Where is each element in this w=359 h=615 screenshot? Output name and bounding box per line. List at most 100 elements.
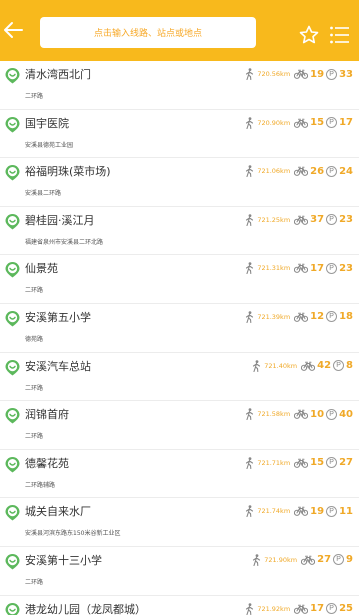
- walking-person-icon: [246, 505, 254, 518]
- station-name: 碧桂园·溪江月: [25, 213, 95, 227]
- map-pin-smile-icon: [5, 68, 20, 84]
- station-stats: 721.25km 37 P 23: [245, 213, 353, 227]
- bike-count: 17: [310, 262, 325, 274]
- station-stats: 720.90km 15 P 17: [245, 116, 353, 130]
- station-name: 清水湾西北门: [25, 68, 91, 81]
- station-address: 二环路: [25, 93, 44, 100]
- distance-text: 720.56km: [257, 70, 291, 78]
- walking-person-icon: [246, 602, 254, 615]
- station-address: 二环路: [25, 287, 44, 295]
- station-name: 裕福明珠(菜市场): [25, 165, 111, 179]
- dock-count: 24: [339, 165, 353, 177]
- station-row[interactable]: 城关自来水厂 安溪县河滨东路东150米谷新工业区 721.74km 19 P 1…: [0, 498, 359, 547]
- distance-text: 721.74km: [257, 507, 291, 516]
- station-stats: 720.56km 19 P 33: [245, 67, 353, 81]
- map-pin-smile-icon: [5, 408, 20, 424]
- station-row[interactable]: 安溪第十三小学 二环路 721.90km 27 P 9: [0, 546, 359, 596]
- parking-p-icon: P: [326, 117, 338, 129]
- bicycle-icon: [301, 555, 316, 565]
- station-name: 城关自来水厂: [25, 505, 91, 519]
- station-address: 二环路: [25, 578, 44, 586]
- bicycle-icon: [294, 264, 309, 274]
- dock-count: 33: [339, 68, 353, 80]
- station-name: 港龙幼儿园（龙凤都城）: [25, 602, 146, 615]
- distance-text: 721.31km: [257, 264, 291, 273]
- station-stats: 721.90km 27 P 9: [252, 553, 353, 567]
- dock-count: 8: [346, 360, 353, 372]
- bicycle-icon: [294, 312, 309, 322]
- station-stats: 721.74km 19 P 11: [245, 504, 353, 518]
- bicycle-icon: [294, 458, 309, 468]
- station-row[interactable]: 德馨花苑 二环路辅路 721.71km 15 P 27: [0, 449, 359, 499]
- arrow-left-icon: [4, 22, 23, 38]
- station-row[interactable]: 裕福明珠(菜市场) 安溪县二环路 721.06km 26 P 24: [0, 158, 359, 207]
- station-row[interactable]: 润锦首府 二环路 721.58km 10 P 40: [0, 401, 359, 450]
- map-pin-smile-icon: [5, 213, 20, 230]
- parking-p-icon: P: [333, 360, 345, 372]
- walking-person-icon: [246, 213, 254, 226]
- back-button[interactable]: [2, 19, 24, 41]
- map-pin-smile-icon: [5, 456, 20, 473]
- bike-count: 10: [310, 408, 325, 420]
- map-pin-smile-icon: [5, 116, 20, 133]
- station-name: 安溪汽车总站: [25, 359, 91, 373]
- station-address: 福建省泉州市安溪县二环北路: [25, 238, 104, 246]
- search-input[interactable]: 点击输入线路、站点或地点: [40, 17, 256, 48]
- bike-count: 17: [310, 603, 325, 615]
- station-name: 安溪第五小学: [25, 310, 91, 324]
- bicycle-icon: [294, 604, 309, 614]
- bike-count: 42: [317, 360, 332, 372]
- map-pin-smile-icon: [5, 262, 20, 278]
- bicycle-icon: [301, 361, 316, 371]
- bike-count: 19: [310, 505, 325, 517]
- station-stats: 721.92km 17 P 25: [245, 602, 353, 615]
- bike-count: 37: [310, 214, 325, 226]
- station-row[interactable]: 安溪第五小学 德苑路 721.39km 12 P 18: [0, 303, 359, 353]
- bicycle-icon: [294, 215, 309, 225]
- bicycle-icon: [294, 118, 309, 128]
- walking-person-icon: [246, 116, 254, 129]
- dock-count: 27: [339, 457, 353, 469]
- station-address: 二环路: [25, 433, 44, 441]
- bike-count: 27: [317, 554, 332, 566]
- station-address: 德苑路: [25, 335, 44, 343]
- distance-text: 721.39km: [257, 312, 291, 321]
- parking-p-icon: P: [333, 554, 345, 566]
- station-row[interactable]: 港龙幼儿园（龙凤都城） 721.92km 17 P 25: [0, 595, 359, 615]
- map-pin-smile-icon: [5, 310, 20, 327]
- bike-count: 15: [310, 117, 325, 129]
- distance-text: 721.58km: [257, 410, 291, 419]
- station-row[interactable]: 安溪汽车总站 二环路 721.40km 42 P 8: [0, 352, 359, 402]
- station-row[interactable]: 碧桂园·溪江月 福建省泉州市安溪县二环北路 721.25km 37 P 23: [0, 206, 359, 256]
- walking-person-icon: [246, 311, 254, 323]
- dock-count: 11: [339, 505, 353, 517]
- app-header: 点击输入线路、站点或地点: [0, 0, 359, 61]
- station-address: 安溪县德苑工业园: [25, 141, 74, 149]
- list-menu-icon: [330, 26, 349, 44]
- search-placeholder: 点击输入线路、站点或地点: [93, 29, 202, 39]
- walking-person-icon: [253, 554, 261, 566]
- parking-p-icon: P: [326, 408, 338, 420]
- parking-p-icon: P: [326, 262, 338, 274]
- station-name: 安溪第十三小学: [25, 553, 102, 567]
- parking-p-icon: P: [326, 603, 338, 615]
- map-pin-smile-icon: [5, 165, 20, 181]
- bike-count: 26: [310, 165, 325, 177]
- map-pin-smile-icon: [5, 505, 20, 521]
- dock-count: 9: [346, 554, 353, 566]
- dock-count: 40: [339, 408, 353, 420]
- parking-p-icon: P: [326, 457, 338, 469]
- station-row[interactable]: 清水湾西北门 二环路 720.56km 19 P 33: [0, 61, 359, 110]
- bicycle-icon: [294, 166, 309, 177]
- distance-text: 721.40km: [264, 361, 298, 370]
- dock-count: 18: [339, 311, 353, 323]
- station-row[interactable]: 仙景苑 二环路 721.31km 17 P 23: [0, 255, 359, 304]
- walking-person-icon: [246, 456, 254, 469]
- favorite-button[interactable]: [299, 25, 319, 45]
- menu-button[interactable]: [330, 26, 349, 44]
- dock-count: 23: [339, 214, 353, 226]
- walking-person-icon: [246, 262, 254, 275]
- station-stats: 721.58km 10 P 40: [245, 407, 353, 421]
- station-row[interactable]: 国宇医院 安溪县德苑工业园 720.90km 15 P 17: [0, 109, 359, 159]
- distance-text: 720.90km: [257, 118, 291, 127]
